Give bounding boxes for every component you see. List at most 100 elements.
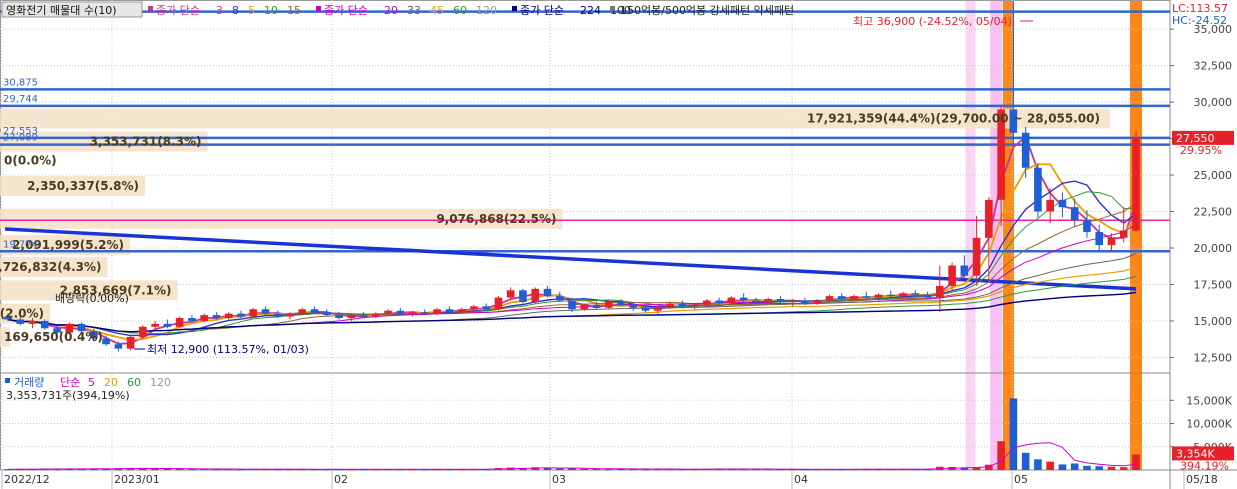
candle-body [188,318,196,321]
candle-body [286,313,294,317]
candle-body [175,318,184,327]
volume-profile-label: 800,619(2.0%) [0,307,44,321]
volume-bar [1095,466,1104,470]
candle-body [433,309,441,314]
candle-body [899,293,907,297]
legend-ma-period: 10 [264,4,278,17]
candle-body [666,303,674,308]
signal-band [965,0,976,470]
candle-body [249,309,258,317]
volume-legend-label: 거래량 [14,376,44,389]
candle-body [384,310,392,314]
candle-body [727,297,736,304]
candle-body [1132,137,1140,231]
candle-body [421,312,429,314]
candle-body [298,309,307,314]
high-annotation: 최고 36,900 (-24.52%, 05/04) [853,15,1012,28]
volume-profile-label: 2,350,337(5.8%) [27,179,139,193]
volume-profile-label: 0(0.0%) [4,153,57,167]
volume-bar [568,468,576,470]
candle-body [445,309,454,313]
candle-body [654,307,662,311]
price-axis-label: 25,000 [1194,169,1233,182]
volume-bar [997,441,1005,470]
candle-body [1070,207,1079,221]
price-axis-label: 20,000 [1194,242,1233,255]
candle-body [690,304,699,307]
candle-body [886,294,895,297]
legend-marker [5,378,10,383]
legend-ma-period: 45 [430,4,444,17]
legend-ma-period: 15 [287,4,301,17]
date-axis-label: 05/18 [1186,473,1218,486]
candle-body [237,313,245,317]
legend-ma-period: 5 [248,4,255,17]
candle-body [506,290,515,298]
volume-bar [163,468,172,470]
volume-bar [1132,454,1140,470]
volume-bar [1107,466,1116,470]
candle-body [764,299,772,302]
date-axis-label: 02 [334,473,348,486]
volume-profile-label: 3,353,731(8.3%) [90,135,202,149]
candle-body [396,310,405,314]
support-line-label: 29,744 [3,94,38,105]
candle-body [825,296,834,301]
price-pct: 29.95% [1180,144,1222,157]
legend-marker [512,6,517,11]
candle-body [273,313,282,317]
legend-ma-period: 120 [476,4,497,17]
candle-body [862,296,871,298]
support-line-label: 19,774 [3,239,38,250]
legend-ma-period: 33 [407,4,421,17]
legend-ma-period: 60 [453,4,467,17]
date-axis-label: 04 [794,473,808,486]
candle-body [1034,167,1042,212]
candle-body [1119,230,1128,238]
candle-body [200,315,208,321]
dividend-annotation: 배당락(0.00%) [55,292,129,305]
candle-body [837,296,846,300]
volume-legend-period: 20 [104,376,118,389]
legend-ma-period: 20 [384,4,398,17]
volume-bar [1058,464,1067,470]
candle-body [151,323,159,327]
support-line-label: 30,875 [3,77,38,88]
candle-body [126,336,135,349]
candle-body [555,296,564,301]
candle-body [592,304,601,308]
candle-body [163,323,172,327]
candle-body [482,306,490,310]
legend-ma-label: 종가 단순 [324,4,368,17]
candle-body [678,303,687,307]
candle-body [629,304,638,308]
candle-body [457,309,466,313]
candle-body [739,297,748,301]
legend-ma-period: 3 [216,4,223,17]
volume-bar [1083,465,1091,470]
candle-body [813,300,822,304]
volume-bar [1021,452,1030,470]
candle-body [531,288,540,302]
volume-bar [1034,459,1042,470]
volume-bar [1009,398,1018,470]
price-axis-label: 22,500 [1194,206,1233,219]
candle-body [139,326,147,337]
candle-body [850,296,858,300]
legend-pattern: 150억봉/500억봉 강세패턴 약세패턴 [620,3,794,17]
price-axis-label: 30,000 [1194,96,1233,109]
legend-marker [148,6,153,11]
candle-body [1021,132,1030,168]
volume-bar [543,468,552,470]
date-axis-label: 2023/01 [114,473,160,486]
volume-legend-period: 120 [150,376,171,389]
candle-body [568,300,576,310]
candle-body [494,297,503,310]
date-axis-label: 03 [552,473,566,486]
candle-body [776,299,785,302]
volume-legend-info: 3,353,731주(394,19%) [6,389,130,402]
candle-body [604,301,613,308]
price-axis-label: 15,000 [1194,315,1233,328]
candle-body [1083,220,1091,232]
candle-body [972,237,981,276]
